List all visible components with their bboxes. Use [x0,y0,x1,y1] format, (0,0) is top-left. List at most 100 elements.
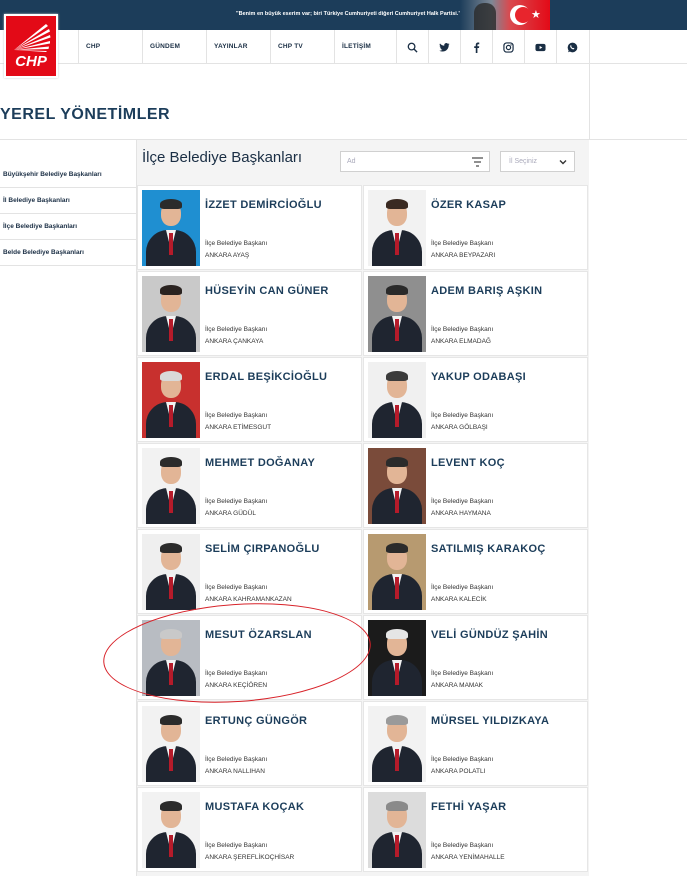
sidebar-item-belde[interactable]: Belde Belediye Başkanları [0,240,136,266]
mayor-card[interactable]: SELİM ÇIRPANOĞLU İlçe Belediye Başkanı ANK… [137,529,362,614]
select-placeholder: İl Seçiniz [509,158,538,165]
mayor-photo[interactable] [142,190,200,266]
main-navbar: CHP GÜNDEM YAYINLAR CHP TV İLETİŞİM [0,30,687,64]
mayor-name[interactable]: VELİ GÜNDÜZ ŞAHİN [431,629,548,641]
mayor-role: İlçe Belediye Başkanı [431,412,494,419]
mayor-role: İlçe Belediye Başkanı [431,842,494,849]
chp-logo[interactable]: CHP [4,14,58,78]
mayor-name[interactable]: İZZET DEMİRCİOĞLU [205,199,322,211]
search-icon[interactable] [396,30,428,64]
mayor-photo[interactable] [142,620,200,696]
mayor-photo[interactable] [368,190,426,266]
mayor-location: ANKARA ÇANKAYA [205,338,264,345]
logo-text: CHP [15,53,47,70]
mayor-photo[interactable] [368,362,426,438]
sidebar: Büyükşehir Belediye Başkanları İl Beledi… [0,140,137,876]
mayor-name[interactable]: MEHMET DOĞANAY [205,457,315,469]
mayor-photo[interactable] [368,276,426,352]
instagram-icon[interactable] [492,30,524,64]
sidebar-item-buyuksehir[interactable]: Büyükşehir Belediye Başkanları [0,162,136,188]
mayor-location: ANKARA KEÇİÖREN [205,682,268,689]
whatsapp-icon[interactable] [556,30,588,64]
mayor-location: ANKARA NALLIHAN [205,768,265,775]
mayor-card[interactable]: FETHİ YAŞAR İlçe Belediye Başkanı ANKARA Y… [363,787,588,872]
name-search-input[interactable]: Ad [340,151,490,172]
mayor-photo[interactable] [368,792,426,868]
mayor-location: ANKARA HAYMANA [431,510,491,517]
mayor-photo[interactable] [142,362,200,438]
nav-item-yayinlar[interactable]: YAYINLAR [206,30,270,64]
sidebar-item-il[interactable]: İl Belediye Başkanları [0,188,136,214]
mayor-photo[interactable] [142,448,200,524]
nav-item-iletisim[interactable]: İLETİŞİM [334,30,396,64]
mayor-role: İlçe Belediye Başkanı [431,584,494,591]
mayor-photo[interactable] [368,706,426,782]
mayor-card[interactable]: İZZET DEMİRCİOĞLU İlçe Belediye Başkanı AN… [137,185,362,270]
mayor-card[interactable]: MEHMET DOĞANAY İlçe Belediye Başkanı ANKAR… [137,443,362,528]
mayor-card[interactable]: MESUT ÖZARSLAN İlçe Belediye Başkanı ANKAR… [137,615,362,700]
mayor-name[interactable]: ERTUNÇ GÜNGÖR [205,715,307,727]
mayor-card[interactable]: VELİ GÜNDÜZ ŞAHİN İlçe Belediye Başkanı AN… [363,615,588,700]
mayor-location: ANKARA ŞEREFLİKOÇHİSAR [205,854,295,861]
mayor-card[interactable]: ERDAL BEŞİKCİOĞLU İlçe Belediye Başkanı AN… [137,357,362,442]
mayor-photo[interactable] [142,534,200,610]
mayor-card[interactable]: YAKUP ODABAŞI İlçe Belediye Başkanı ANKARA… [363,357,588,442]
page-title: YEREL YÖNETİMLER [0,106,171,123]
mayor-name[interactable]: SATILMIŞ KARAKOÇ [431,543,546,555]
province-select[interactable]: İl Seçiniz [500,151,575,172]
mayor-role: İlçe Belediye Başkanı [205,498,268,505]
mayor-photo[interactable] [368,620,426,696]
mayor-location: ANKARA AYAŞ [205,252,250,259]
mayor-card[interactable]: ÖZER KASAP İlçe Belediye Başkanı ANKARA BE… [363,185,588,270]
mayor-name[interactable]: MUSTAFA KOÇAK [205,801,304,813]
mayor-name[interactable]: HÜSEYİN CAN GÜNER [205,285,329,297]
mayor-photo[interactable] [142,276,200,352]
mayor-photo[interactable] [368,448,426,524]
nav-item-chp[interactable]: CHP [78,30,142,64]
mayor-role: İlçe Belediye Başkanı [431,240,494,247]
sidebar-item-ilce[interactable]: İlçe Belediye Başkanları [0,214,136,240]
mayor-role: İlçe Belediye Başkanı [431,326,494,333]
mayor-name[interactable]: SELİM ÇIRPANOĞLU [205,543,320,555]
mayor-role: İlçe Belediye Başkanı [205,756,268,763]
mayor-card[interactable]: SATILMIŞ KARAKOÇ İlçe Belediye Başkanı ANK… [363,529,588,614]
mayor-location: ANKARA GÜDÜL [205,510,256,517]
twitter-icon[interactable] [428,30,460,64]
mayor-name[interactable]: ERDAL BEŞİKCİOĞLU [205,371,327,383]
ataturk-silhouette [474,3,496,30]
mayor-location: ANKARA ETİMESGUT [205,424,272,431]
six-arrows-icon [14,24,51,52]
mayor-role: İlçe Belediye Başkanı [431,670,494,677]
mayor-card[interactable]: MUSTAFA KOÇAK İlçe Belediye Başkanı ANKARA… [137,787,362,872]
mayor-location: ANKARA KALECİK [431,596,487,603]
mayor-role: İlçe Belediye Başkanı [205,670,268,677]
facebook-icon[interactable] [460,30,492,64]
mayor-location: ANKARA POLATLI [431,768,486,775]
mayor-card[interactable]: ADEM BARIŞ AŞKIN İlçe Belediye Başkanı ANK… [363,271,588,356]
nav-item-chp-tv[interactable]: CHP TV [270,30,334,64]
mayor-photo[interactable] [368,534,426,610]
mayor-photo[interactable] [142,706,200,782]
mayor-card[interactable]: LEVENT KOÇ İlçe Belediye Başkanı ANKARA HA… [363,443,588,528]
mayor-role: İlçe Belediye Başkanı [431,756,494,763]
star-icon: ★ [531,9,541,21]
mayor-card[interactable]: ERTUNÇ GÜNGÖR İlçe Belediye Başkanı ANKARA… [137,701,362,786]
mayor-name[interactable]: MESUT ÖZARSLAN [205,629,312,641]
youtube-icon[interactable] [524,30,556,64]
mayor-location: ANKARA KAHRAMANKAZAN [205,596,292,603]
mayor-name[interactable]: YAKUP ODABAŞI [431,371,526,383]
list-title: İlçe Belediye Başkanları [142,149,303,166]
mayor-name[interactable]: ÖZER KASAP [431,199,506,211]
top-banner: "Benim en büyük eserim var; biri Türkiye… [0,0,687,30]
mayor-name[interactable]: ADEM BARIŞ AŞKIN [431,285,542,297]
mayor-card[interactable]: HÜSEYİN CAN GÜNER İlçe Belediye Başkanı AN… [137,271,362,356]
mayor-photo[interactable] [142,792,200,868]
filter-icon[interactable] [472,157,483,167]
nav-item-gundem[interactable]: GÜNDEM [142,30,206,64]
mayor-role: İlçe Belediye Başkanı [205,412,268,419]
mayor-name[interactable]: FETHİ YAŞAR [431,801,506,813]
mayor-card[interactable]: MÜRSEL YILDIZKAYA İlçe Belediye Başkanı AN… [363,701,588,786]
search-placeholder: Ad [347,158,356,165]
mayor-name[interactable]: MÜRSEL YILDIZKAYA [431,715,549,727]
mayor-name[interactable]: LEVENT KOÇ [431,457,505,469]
